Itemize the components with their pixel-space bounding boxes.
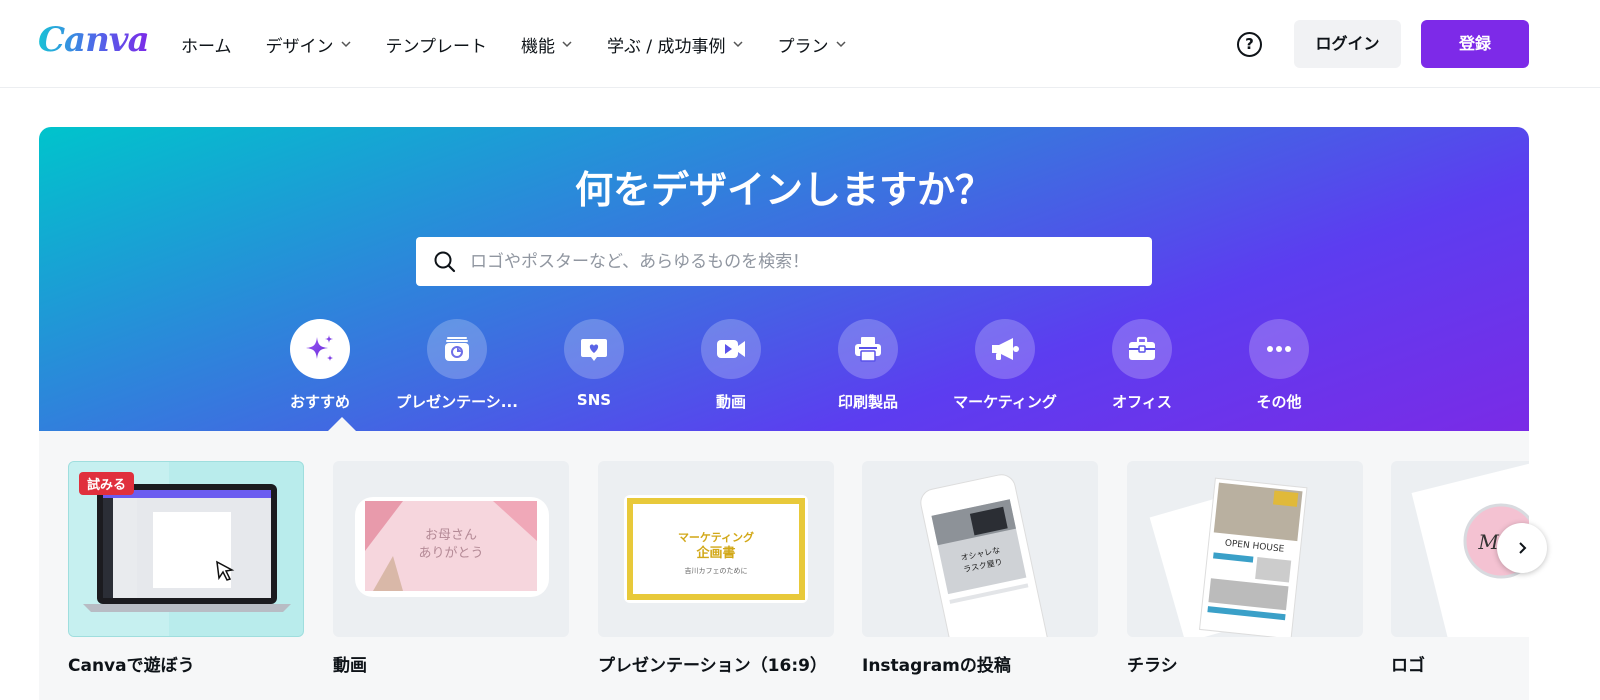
video-thumbnail-illustration: お母さん ありがとう — [355, 497, 549, 597]
try-badge: 試みる — [79, 472, 135, 495]
nav-templates[interactable]: テンプレート — [386, 30, 488, 58]
card-title: 動画 — [333, 656, 367, 676]
briefcase-icon — [1129, 336, 1155, 360]
design-card-video[interactable]: お母さん ありがとう 動画 — [333, 461, 569, 676]
hero-banner: 何をデザインしますか？ おすすめ — [39, 127, 1529, 431]
help-icon[interactable]: ? — [1237, 32, 1262, 57]
design-type-carousel: 試みる Canvaで遊ぼう お母さん ありがとう 動画 マーケティング 企画書 … — [39, 431, 1529, 700]
card-title: チラシ — [1127, 656, 1178, 676]
design-card-play[interactable]: 試みる Canvaで遊ぼう — [68, 461, 304, 676]
nav-design-label: デザイン — [265, 36, 334, 57]
nav-learn[interactable]: 学ぶ / 成功事例 — [607, 30, 744, 58]
login-button[interactable]: ログイン — [1294, 20, 1401, 68]
nav-features-label: 機能 — [521, 36, 555, 57]
thumb-line: マーケティング — [678, 530, 754, 544]
sparkle-icon — [306, 335, 333, 361]
printer-icon — [855, 337, 881, 362]
category-label: SNS — [576, 391, 612, 409]
svg-text:ありがとう: ありがとう — [418, 546, 483, 561]
card-title: ロゴ — [1391, 656, 1425, 676]
card-title: プレゼンテーション（16:9） — [598, 656, 827, 676]
category-label: マーケティング — [953, 393, 1057, 411]
category-sns[interactable]: SNS — [529, 319, 659, 409]
top-header: Canva ホーム デザイン テンプレート 機能 学ぶ / 成功事例 プラン ?… — [0, 0, 1600, 88]
category-print[interactable]: 印刷製品 — [803, 319, 933, 412]
category-icon-circle — [427, 319, 487, 379]
card-title: Instagramの投稿 — [862, 656, 1011, 676]
card-thumbnail: オシャレな ラスク屋り — [862, 461, 1098, 637]
carousel-next-button[interactable] — [1497, 523, 1547, 573]
main-nav: ホーム デザイン テンプレート 機能 学ぶ / 成功事例 プラン — [181, 30, 881, 58]
design-card-flyer[interactable]: OPEN HOUSE チラシ — [1127, 461, 1363, 676]
nav-plans-label: プラン — [777, 36, 829, 57]
design-card-instagram[interactable]: オシャレな ラスク屋り Instagramの投稿 — [862, 461, 1098, 676]
category-label: オフィス — [1112, 393, 1172, 411]
chevron-down-icon — [562, 41, 572, 48]
category-label: その他 — [1256, 393, 1302, 411]
thumb-line: 企画書 — [695, 545, 735, 561]
category-more[interactable]: その他 — [1214, 319, 1344, 412]
category-marketing[interactable]: マーケティング — [940, 319, 1070, 412]
active-category-pointer — [328, 417, 356, 431]
category-label: 印刷製品 — [837, 393, 898, 411]
category-office[interactable]: オフィス — [1077, 319, 1207, 412]
thumb-line: 吉川カフェのために — [685, 567, 748, 575]
chevron-down-icon — [340, 41, 351, 48]
canva-logo[interactable]: Canva — [38, 20, 150, 60]
card-thumbnail: 試みる — [68, 461, 304, 637]
category-label: おすすめ — [289, 393, 350, 411]
chevron-down-icon — [733, 41, 743, 48]
nav-features[interactable]: 機能 — [521, 30, 573, 58]
category-icon-circle — [975, 319, 1035, 379]
chevron-right-icon — [1519, 542, 1527, 554]
megaphone-icon — [992, 338, 1019, 360]
category-icon-circle — [1249, 319, 1309, 379]
heart-chat-icon — [581, 339, 607, 361]
search-bar[interactable] — [416, 237, 1152, 286]
chevron-down-icon — [836, 41, 846, 48]
nav-learn-label: 学ぶ / 成功事例 — [607, 36, 726, 57]
register-button[interactable]: 登録 — [1421, 20, 1529, 68]
card-thumbnail: お母さん ありがとう — [333, 461, 569, 637]
category-icon-circle — [290, 319, 350, 379]
search-icon — [434, 251, 456, 272]
category-row: おすすめ プレゼンテーシ... SNS 動画 印刷製品 マーケティング オフィス… — [255, 319, 1315, 419]
category-video[interactable]: 動画 — [666, 319, 796, 412]
category-presentation[interactable]: プレゼンテーシ... — [392, 319, 522, 412]
nav-plans[interactable]: プラン — [778, 30, 847, 58]
video-camera-icon — [717, 340, 745, 358]
category-icon-circle — [701, 319, 761, 379]
more-icon — [1267, 346, 1291, 352]
phone-illustration: オシャレな ラスク屋り — [920, 474, 1050, 637]
nav-home-label: ホーム — [181, 36, 232, 57]
hero-title: 何をデザインしますか？ — [574, 168, 993, 212]
card-title: Canvaで遊ぼう — [68, 656, 195, 676]
presentation-icon — [445, 337, 469, 361]
card-thumbnail: OPEN HOUSE — [1127, 461, 1363, 637]
nav-templates-label: テンプレート — [385, 36, 488, 57]
nav-design[interactable]: デザイン — [266, 30, 352, 58]
category-recommended[interactable]: おすすめ — [255, 319, 385, 412]
presentation-thumbnail-illustration: マーケティング 企画書 吉川カフェのために — [624, 495, 808, 603]
category-icon-circle — [1112, 319, 1172, 379]
search-input[interactable] — [470, 251, 1120, 272]
category-label: 動画 — [715, 393, 746, 411]
category-icon-circle — [564, 319, 624, 379]
category-label: プレゼンテーシ... — [396, 393, 518, 411]
thumb-text: お母さん — [425, 528, 477, 543]
category-icon-circle — [838, 319, 898, 379]
design-card-presentation[interactable]: マーケティング 企画書 吉川カフェのために プレゼンテーション（16:9） — [598, 461, 834, 676]
flyer-illustration: OPEN HOUSE — [1149, 477, 1308, 637]
card-thumbnail: マーケティング 企画書 吉川カフェのために — [598, 461, 834, 637]
nav-home[interactable]: ホーム — [181, 30, 232, 58]
